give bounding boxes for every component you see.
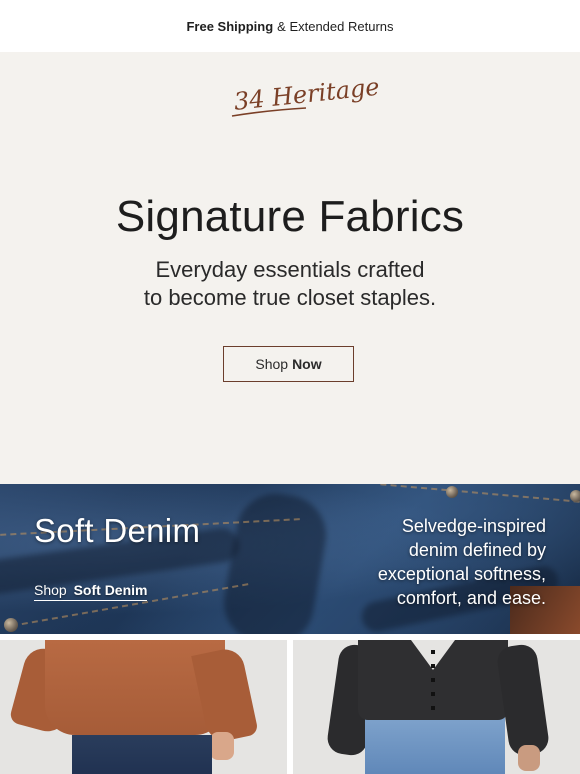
product-grid: [0, 634, 580, 774]
rivet-icon: [4, 618, 18, 632]
hero-subtitle-line-2: to become true closet staples.: [143, 285, 437, 310]
hero-section: 34 Heritage Signature Fabrics Everyday e…: [0, 52, 580, 484]
model-hand: [518, 745, 540, 771]
brand-logo-icon: 34 Heritage: [231, 73, 381, 117]
jeans-image: [72, 735, 212, 774]
hero-subtitle: Everyday essentials crafted to become tr…: [0, 256, 580, 312]
jeans-image: [365, 716, 505, 774]
announcement-bar: Free Shipping & Extended Returns: [0, 0, 580, 52]
denim-desc-line-1: Selvedge-inspired: [401, 516, 546, 536]
shop-now-button[interactable]: Shop Now: [223, 346, 354, 382]
denim-desc-line-2: denim defined by: [408, 540, 546, 560]
denim-fold-shadow: [217, 487, 333, 634]
denim-stitch-seam: [380, 484, 580, 503]
shipping-bold-text: Free Shipping: [186, 18, 274, 34]
product-tile-sweater[interactable]: [0, 640, 287, 774]
brand-logo[interactable]: 34 Heritage: [0, 70, 580, 126]
shipping-rest-text: & Extended Returns: [277, 18, 394, 34]
denim-desc-line-3: exceptional softness,: [377, 564, 546, 584]
rivet-icon: [570, 490, 580, 502]
product-tile-cardigan[interactable]: [293, 640, 580, 774]
denim-desc-line-4: comfort, and ease.: [396, 588, 546, 608]
soft-denim-banner[interactable]: Soft Denim Shop Soft Denim Selvedge-insp…: [0, 484, 580, 634]
model-hand: [210, 732, 234, 760]
shop-now-label-regular: Shop: [255, 356, 289, 372]
hero-title: Signature Fabrics: [115, 192, 465, 241]
shop-soft-denim-link[interactable]: Shop Soft Denim: [34, 582, 148, 601]
cardigan-buttons: [431, 650, 435, 714]
rivet-icon: [446, 486, 458, 498]
soft-denim-description: Selvedge-inspired denim defined by excep…: [378, 514, 546, 610]
shop-soft-denim-regular: Shop: [34, 582, 67, 598]
logo-wordmark: 34 Heritage: [233, 73, 381, 116]
soft-denim-title: Soft Denim: [34, 512, 201, 549]
hero-subtitle-line-1: Everyday essentials crafted: [155, 257, 425, 282]
shop-soft-denim-bold: Soft Denim: [73, 582, 148, 598]
shop-now-label-bold: Now: [292, 356, 322, 372]
